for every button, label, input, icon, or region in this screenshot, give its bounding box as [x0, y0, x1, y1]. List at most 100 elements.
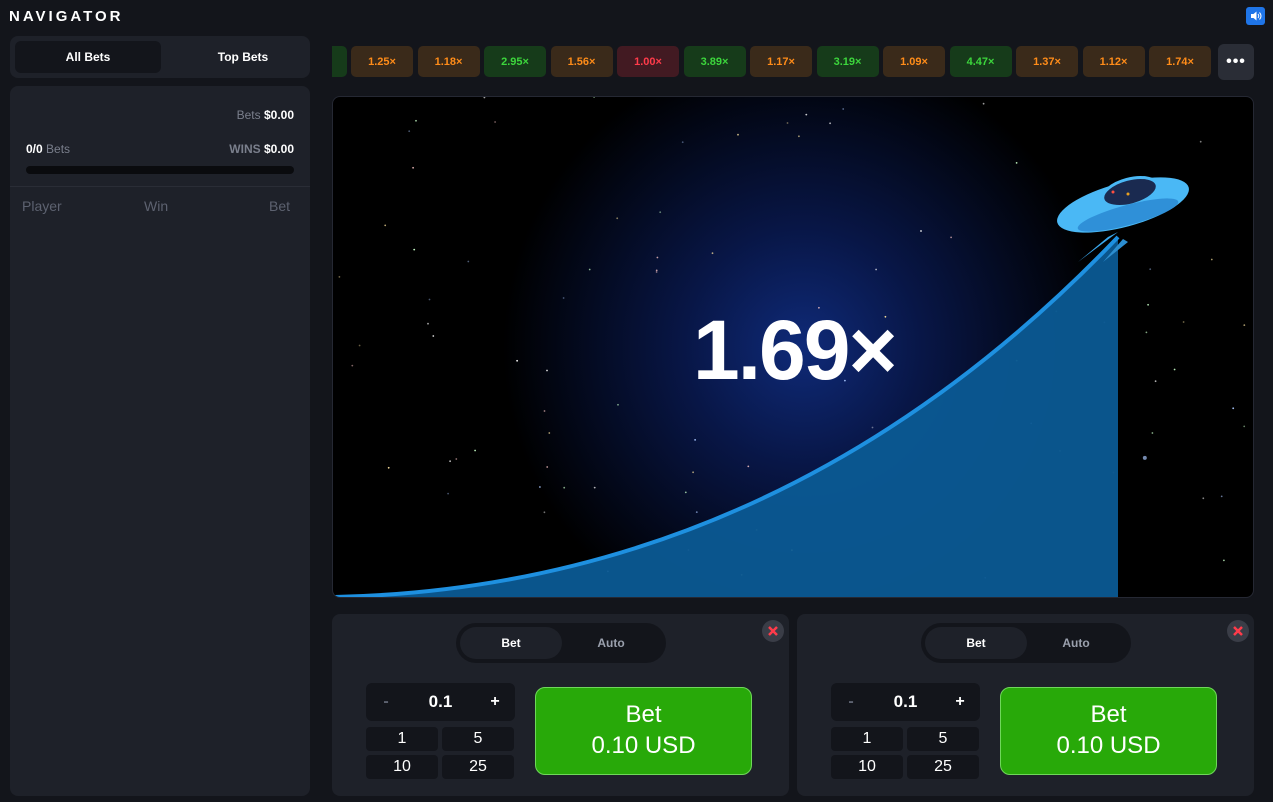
history-chip[interactable]: 1.00×: [617, 46, 679, 77]
star: [387, 466, 390, 469]
quick-amount-25[interactable]: 25: [907, 755, 979, 779]
star: [1151, 432, 1154, 434]
history-chip[interactable]: 1.25×: [351, 46, 413, 77]
bet-amount-stepper: - 0.1 +: [366, 683, 515, 721]
star: [798, 135, 800, 138]
star: [655, 271, 658, 273]
more-icon: •••: [1226, 53, 1246, 70]
star: [1173, 368, 1176, 371]
star: [786, 122, 789, 124]
decrease-amount-button[interactable]: -: [368, 683, 404, 721]
star: [1210, 258, 1213, 261]
star: [681, 141, 684, 144]
quick-amount-1[interactable]: 1: [366, 727, 438, 751]
history-chip[interactable]: 3.19×: [816, 46, 879, 77]
tab-bet[interactable]: Bet: [460, 627, 562, 659]
star: [617, 403, 619, 406]
quick-amount-10[interactable]: 10: [831, 755, 903, 779]
quick-amount-5[interactable]: 5: [442, 727, 514, 751]
star: [546, 369, 548, 372]
star: [875, 268, 877, 271]
star: [413, 248, 416, 251]
speaker-icon: [1250, 11, 1261, 21]
divider: [10, 186, 310, 187]
place-bet-button[interactable]: Bet 0.10 USD: [535, 687, 752, 775]
star: [467, 260, 470, 263]
star: [1145, 331, 1148, 334]
sound-toggle-button[interactable]: [1246, 7, 1265, 25]
star: [412, 166, 414, 169]
history-chip[interactable]: 1.09×: [883, 46, 945, 77]
star: [593, 97, 595, 98]
star: [548, 432, 551, 434]
star: [695, 511, 698, 513]
star: [358, 344, 361, 347]
history-chip[interactable]: 1.12×: [1082, 46, 1145, 77]
tab-auto[interactable]: Auto: [1025, 627, 1127, 659]
tab-bet[interactable]: Bet: [925, 627, 1027, 659]
star: [543, 410, 546, 412]
history-chip[interactable]: 4.47×: [949, 46, 1012, 77]
bet-mode-switch: Bet Auto: [921, 623, 1131, 663]
bets-total-value: $0.00: [263, 108, 294, 122]
current-multiplier: 1.69×: [693, 303, 898, 397]
star: [1147, 303, 1149, 306]
star: [474, 449, 476, 452]
increase-amount-button[interactable]: +: [942, 683, 978, 721]
history-chip[interactable]: 1.17×: [750, 46, 812, 77]
quick-amount-1[interactable]: 1: [831, 727, 903, 751]
column-win: Win: [144, 198, 169, 214]
quick-amount-10[interactable]: 10: [366, 755, 438, 779]
star: [982, 102, 985, 105]
star: [408, 130, 411, 133]
star: [539, 486, 541, 488]
bet-amount-input[interactable]: 0.1: [867, 683, 944, 721]
history-more-button[interactable]: •••: [1218, 44, 1254, 80]
star: [588, 268, 591, 271]
star: [546, 466, 549, 468]
decrease-amount-button[interactable]: -: [833, 683, 869, 721]
star: [694, 439, 696, 441]
star: [655, 269, 658, 272]
column-bet: Bet: [268, 198, 290, 214]
history-chip[interactable]: 1.18×: [417, 46, 480, 77]
bet-amount-input[interactable]: 0.1: [402, 683, 479, 721]
increase-amount-button[interactable]: +: [477, 683, 513, 721]
wins-label: WINS: [229, 142, 261, 156]
tab-all-bets[interactable]: All Bets: [15, 41, 161, 73]
star: [483, 97, 486, 99]
close-icon: [768, 626, 778, 636]
place-bet-button[interactable]: Bet 0.10 USD: [1000, 687, 1217, 775]
close-bet-panel-button[interactable]: [1227, 620, 1249, 642]
star: [829, 122, 831, 125]
bets-count-value: 0/0: [26, 142, 43, 156]
history-chip[interactable]: 3.89×: [683, 46, 746, 77]
star: [427, 322, 429, 325]
star: [563, 486, 566, 489]
star: [593, 486, 596, 489]
quick-amount-5[interactable]: 5: [907, 727, 979, 751]
tab-auto[interactable]: Auto: [560, 627, 662, 659]
star: [1154, 380, 1157, 383]
close-bet-panel-button[interactable]: [762, 620, 784, 642]
history-chip[interactable]: 2.95×: [484, 46, 546, 77]
bets-count: 0/0 Bets: [26, 142, 70, 156]
quick-amount-25[interactable]: 25: [442, 755, 514, 779]
star: [516, 359, 518, 362]
history-chip[interactable]: 1.56×: [550, 46, 613, 77]
history-chip[interactable]: 1.37×: [1016, 46, 1078, 77]
star: [711, 252, 714, 255]
history-chip[interactable]: 1.74×: [1149, 46, 1211, 77]
history-chip[interactable]: [332, 46, 347, 77]
star: [428, 298, 431, 301]
star: [494, 121, 496, 123]
star: [1243, 425, 1246, 428]
tab-top-bets[interactable]: Top Bets: [170, 41, 316, 73]
bet-panel-2: Bet Auto - 0.1 + 1 5 10 25 Bet 0.10 USD: [797, 614, 1254, 796]
bet-mode-switch: Bet Auto: [456, 623, 666, 663]
star: [920, 230, 922, 232]
game-canvas: 1.69×: [332, 96, 1254, 598]
star: [1015, 162, 1018, 164]
bet-amount-stepper: - 0.1 +: [831, 683, 980, 721]
column-player: Player: [22, 198, 62, 214]
